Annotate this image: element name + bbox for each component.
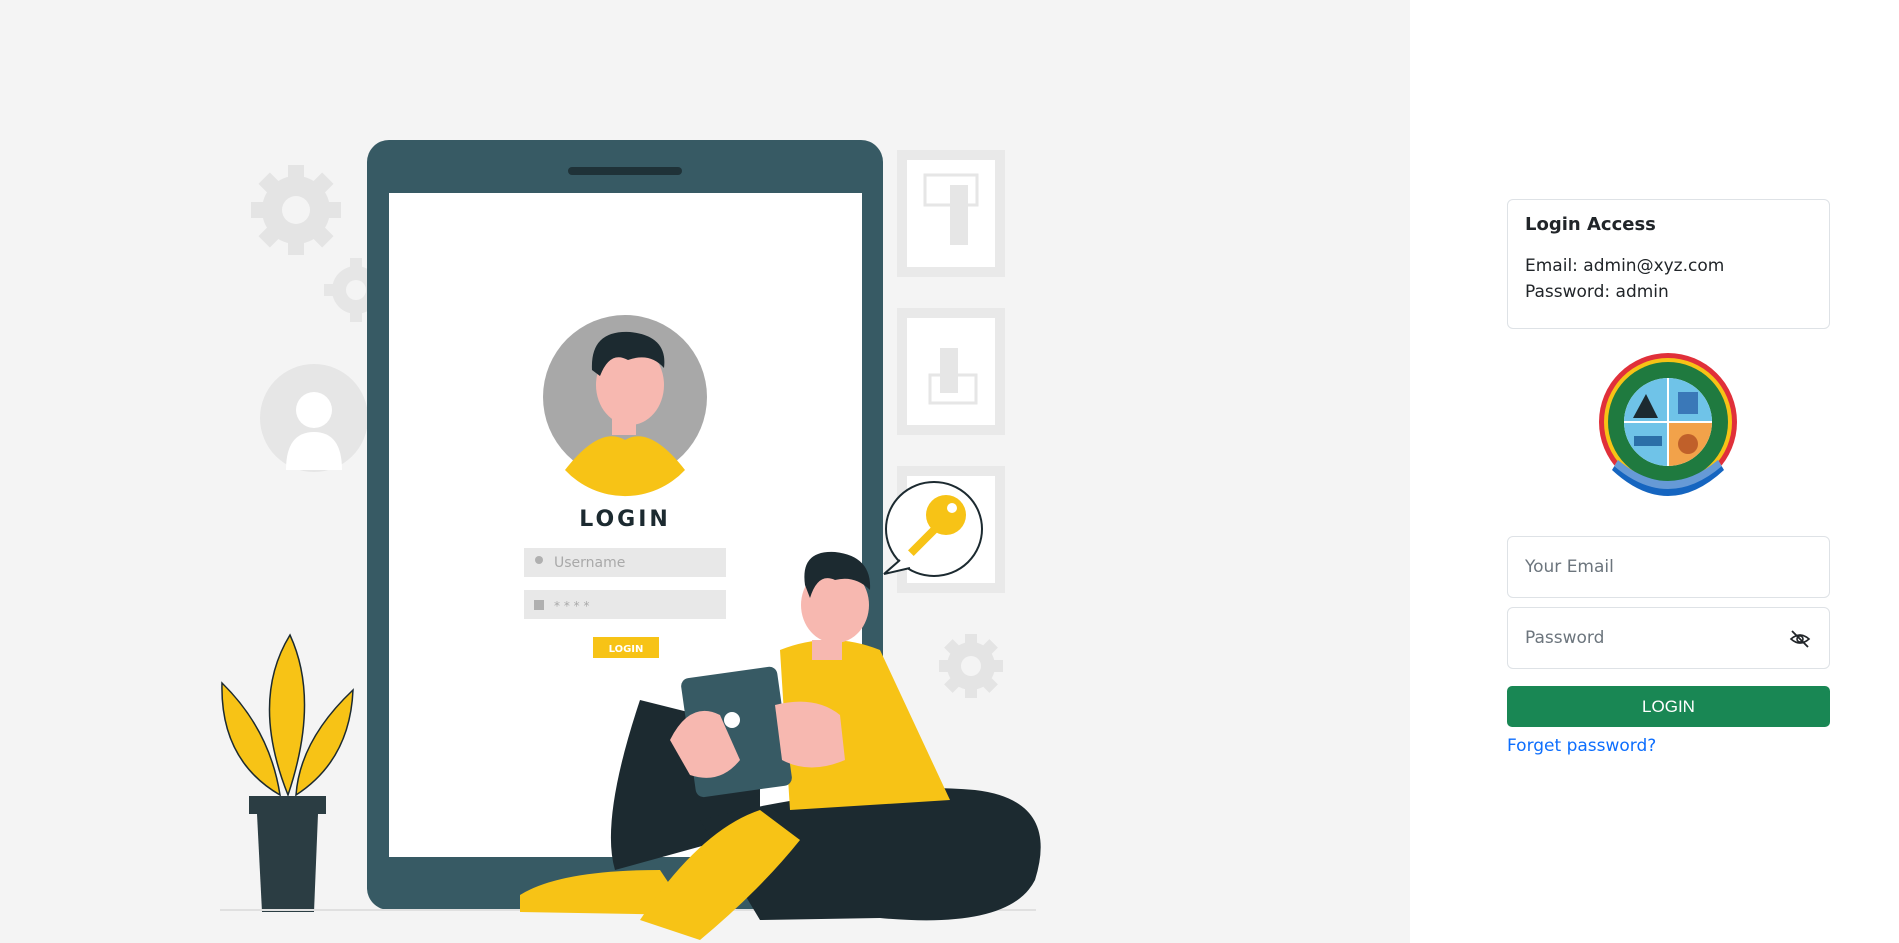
phone-login-title: LOGIN	[579, 507, 671, 532]
illustration-panel: LOGIN Username * * * * LOGIN	[0, 0, 1410, 943]
login-panel: Login Access Email: admin@xyz.com Passwo…	[1410, 0, 1899, 943]
eye-slash-icon[interactable]	[1789, 628, 1811, 650]
password-placeholder: Password	[1525, 628, 1605, 648]
forget-password-link[interactable]: Forget password?	[1507, 736, 1656, 756]
phone-avatar	[543, 315, 707, 497]
phone-password-mask: * * * *	[554, 599, 589, 613]
login-button[interactable]: LOGIN	[1507, 686, 1830, 727]
user-icon	[535, 556, 543, 564]
avatar-icon	[260, 364, 368, 472]
login-access-card: Login Access Email: admin@xyz.com Passwo…	[1507, 199, 1830, 329]
plant-illustration	[221, 633, 354, 912]
gear-icon	[251, 165, 341, 255]
login-illustration: LOGIN Username * * * * LOGIN	[220, 140, 1041, 940]
email-input[interactable]: Your Email	[1507, 536, 1830, 598]
gear-icon	[939, 634, 1003, 698]
password-input[interactable]: Password	[1507, 607, 1830, 669]
key-bubble-icon	[883, 481, 983, 577]
demo-password-text: Password: admin	[1525, 282, 1669, 302]
demo-email-text: Email: admin@xyz.com	[1525, 256, 1725, 276]
login-access-title: Login Access	[1525, 214, 1656, 235]
district-seal-logo	[1599, 353, 1737, 496]
lock-icon	[534, 600, 544, 610]
login-page: LOGIN Username * * * * LOGIN Login Acces…	[0, 0, 1899, 943]
email-placeholder: Your Email	[1525, 557, 1614, 577]
phone-login-button-label: LOGIN	[609, 644, 644, 655]
phone-username-placeholder: Username	[554, 555, 625, 571]
